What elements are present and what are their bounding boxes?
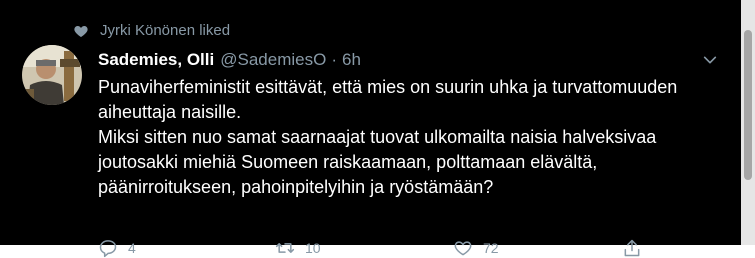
reply-icon (99, 240, 117, 258)
social-context: Jyrki Könönen liked (73, 22, 230, 39)
tweet-timestamp[interactable]: 6h (342, 50, 361, 70)
chevron-down-icon[interactable] (702, 52, 718, 68)
tweet-paragraph: Punaviherfeministit esittävät, että mies… (98, 77, 678, 122)
liked-by-text[interactable]: Jyrki Könönen liked (100, 22, 230, 39)
tweet-header: Sademies, Olli @SademiesO · 6h (98, 50, 361, 70)
retweet-icon (275, 243, 295, 253)
like-count: 72 (483, 240, 499, 256)
tweet-text: Punaviherfeministit esittävät, että mies… (98, 75, 728, 200)
tweet-card[interactable]: Jyrki Könönen liked Sademies, Olli @Sade… (0, 0, 741, 258)
retweet-button[interactable]: 10 (275, 238, 321, 258)
author-name[interactable]: Sademies, Olli (98, 50, 214, 70)
heart-icon (74, 25, 88, 37)
tweet-paragraph: Miksi sitten nuo samat saarnaajat tuovat… (98, 127, 657, 197)
share-button[interactable] (622, 238, 642, 258)
like-icon (454, 241, 472, 256)
reply-button[interactable]: 4 (98, 238, 136, 258)
scrollbar[interactable] (741, 0, 755, 245)
avatar[interactable] (22, 45, 82, 105)
retweet-count: 10 (305, 240, 321, 256)
share-icon (624, 239, 640, 257)
like-button[interactable]: 72 (453, 238, 499, 258)
reply-count: 4 (128, 240, 136, 256)
separator-dot: · (331, 50, 337, 69)
scrollbar-thumb[interactable] (744, 30, 752, 180)
author-handle[interactable]: @SademiesO (220, 50, 326, 70)
